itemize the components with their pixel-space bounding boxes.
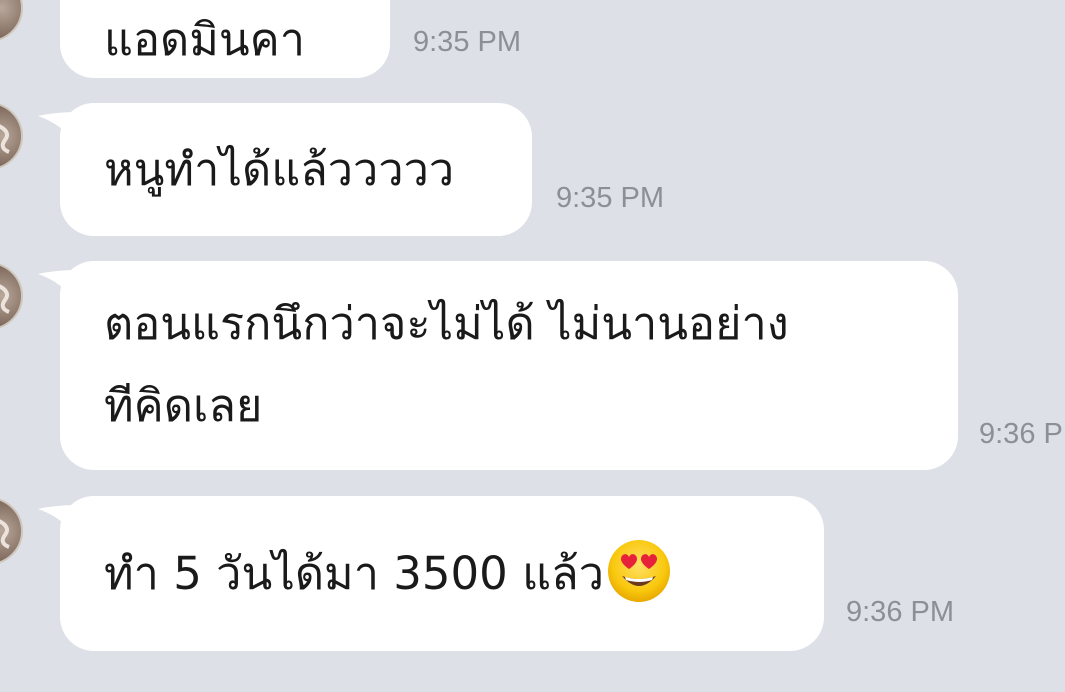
- message-timestamp: 9:36 PM: [846, 596, 954, 628]
- message-timestamp: 9:35 PM: [556, 182, 664, 214]
- avatar[interactable]: [0, 0, 23, 42]
- message-bubble[interactable]: ตอนแรกนึกว่าจะไม่ได้ ไม่นานอย่าง ทีคิดเล…: [60, 261, 958, 470]
- message-bubble[interactable]: ทำ 5 วันได้มา 3500 แล้ว: [60, 496, 824, 651]
- message-timestamp: 9:36 PM: [979, 418, 1065, 450]
- avatar[interactable]: [0, 102, 23, 170]
- message-text-line: ทีคิดเลย: [104, 379, 263, 432]
- message-text-line: ตอนแรกนึกว่าจะไม่ได้ ไม่นานอย่าง: [104, 297, 789, 350]
- message-text: แอดมินคา: [104, 13, 306, 66]
- message-bubble[interactable]: แอดมินคา: [60, 0, 390, 78]
- heart-eyes-emoji-icon: [607, 540, 670, 602]
- message-text: ทำ 5 วันได้มา 3500 แล้ว: [104, 547, 604, 600]
- avatar[interactable]: [0, 497, 23, 565]
- message-text: หนูทำได้แล้ววววว: [104, 143, 455, 196]
- message-bubble[interactable]: หนูทำได้แล้ววววว: [60, 103, 532, 236]
- message-timestamp: 9:35 PM: [413, 26, 521, 58]
- avatar[interactable]: [0, 262, 23, 330]
